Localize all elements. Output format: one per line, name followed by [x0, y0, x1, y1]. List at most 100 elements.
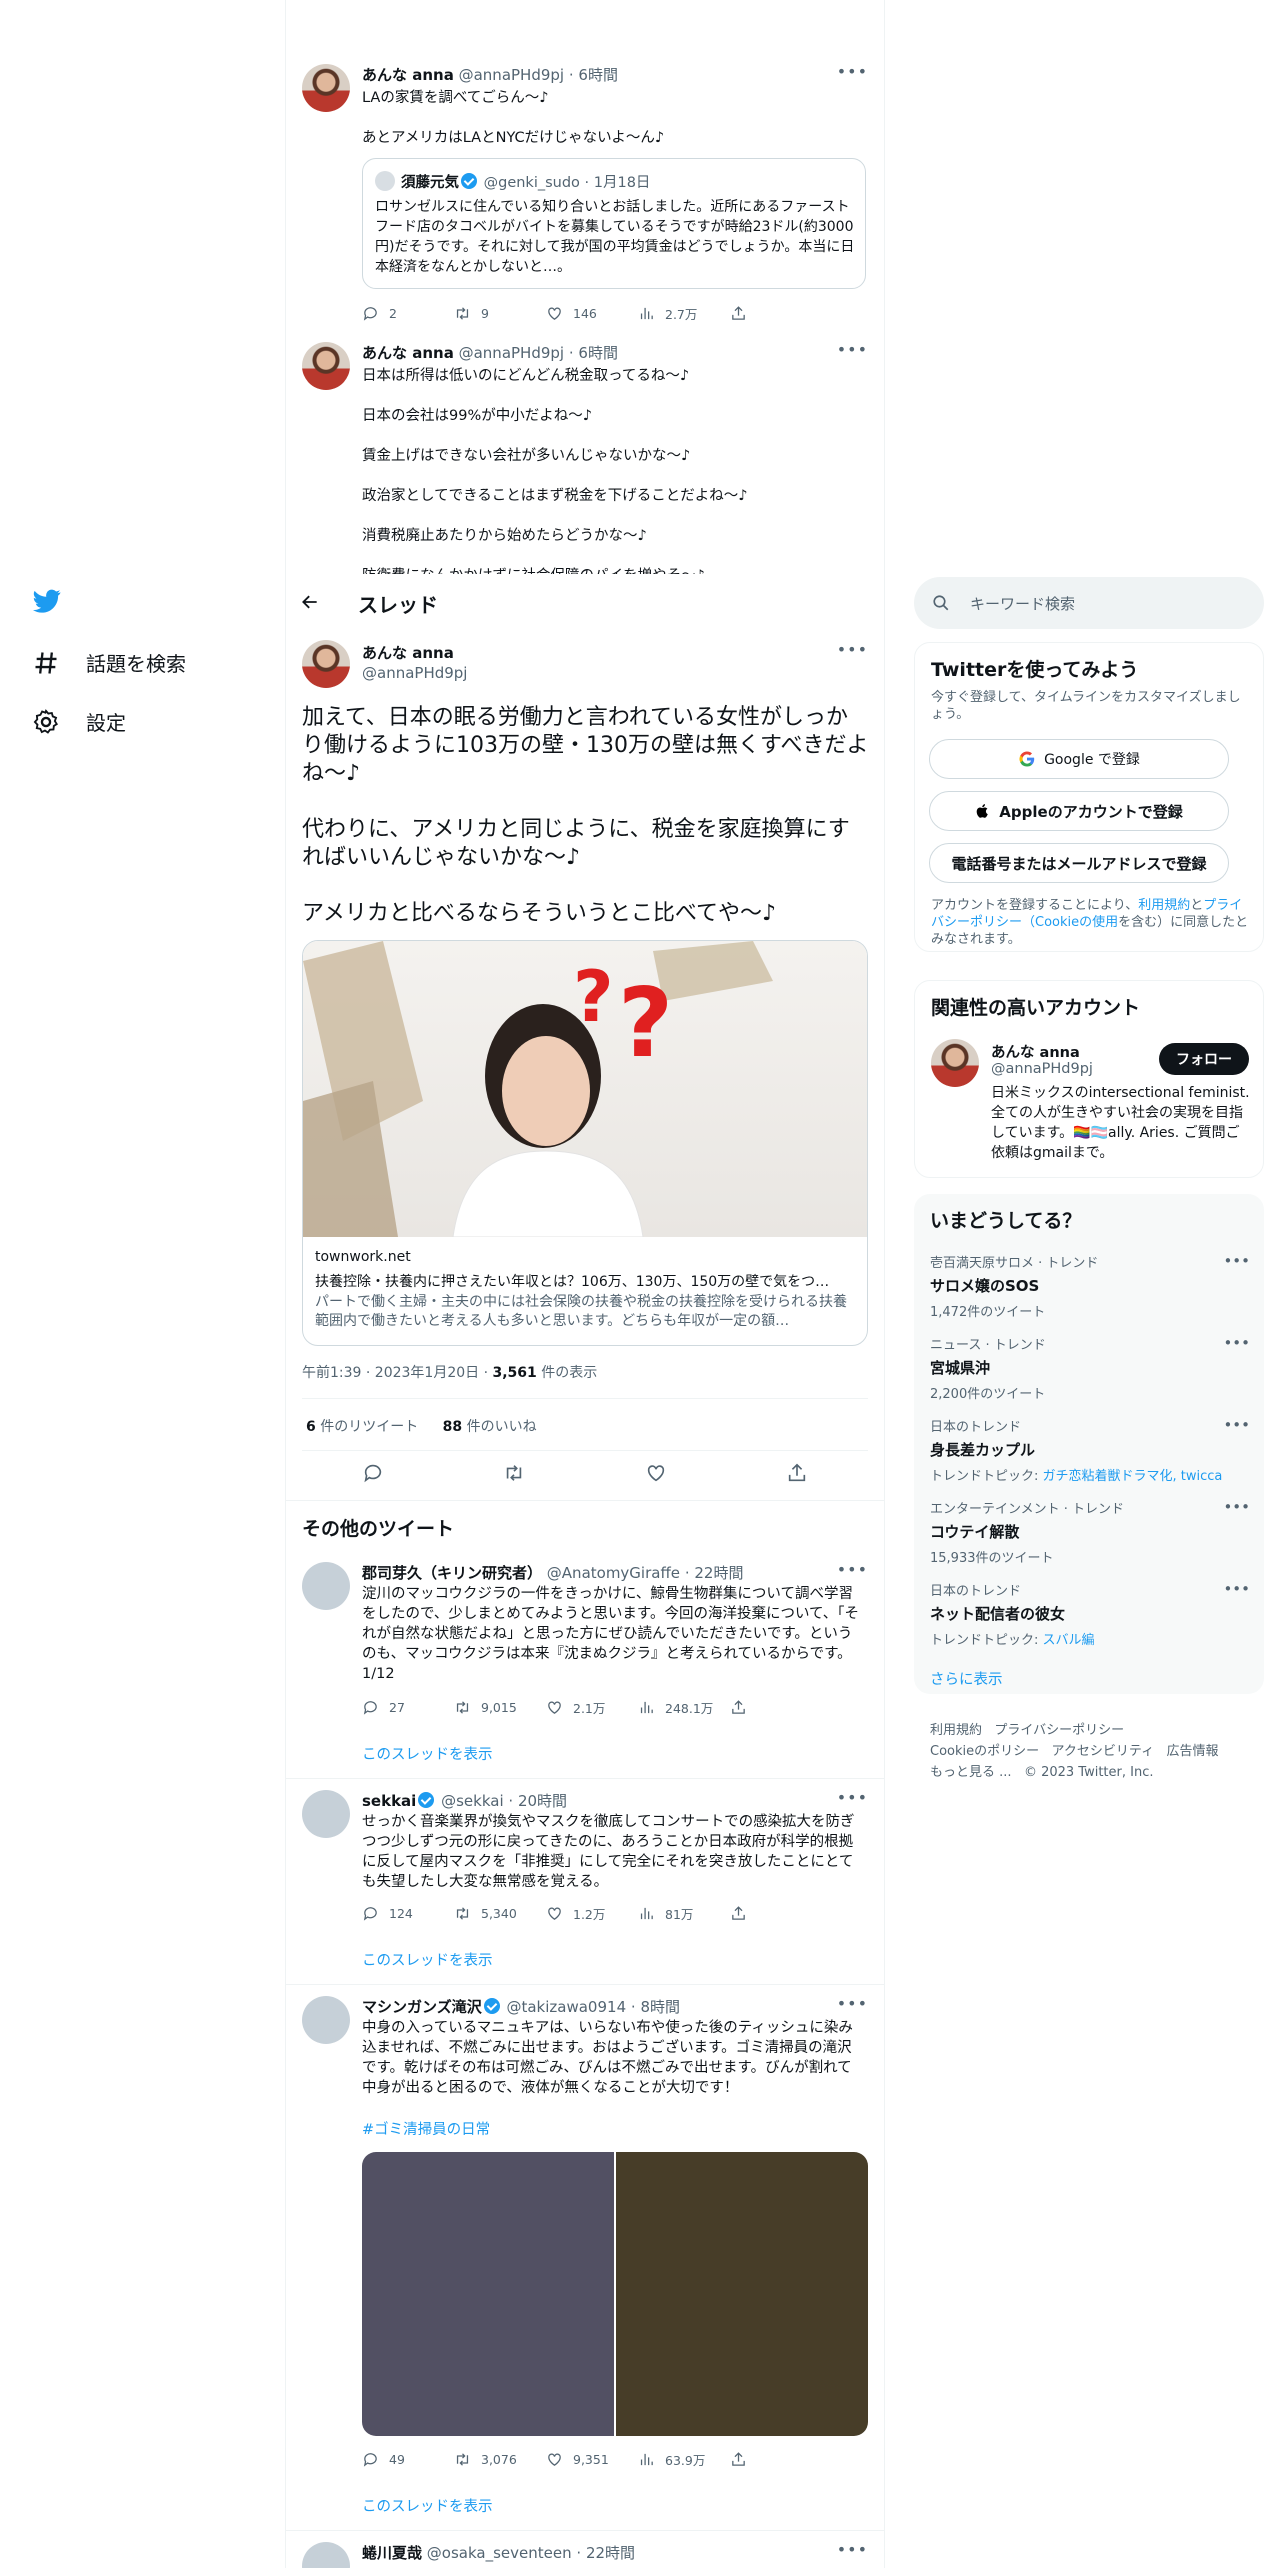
avatar[interactable]	[302, 1996, 350, 2044]
avatar[interactable]	[302, 1562, 350, 1610]
views-button[interactable]: 2.7万	[638, 304, 730, 323]
tweet-time[interactable]: 6時間	[578, 344, 618, 362]
reply-button[interactable]: 27	[362, 1698, 454, 1717]
recommended-tweet-3[interactable]: マシンガンズ滝沢 @takizawa0914 · 8時間 ••• 中身の入ってい…	[286, 1984, 884, 2530]
author-name[interactable]: あんな anna	[362, 344, 454, 362]
retweet-icon[interactable]	[503, 1462, 525, 1484]
author-handle[interactable]: @annaPHd9pj	[362, 664, 467, 682]
avatar[interactable]	[302, 2542, 350, 2568]
tweet-parent-2[interactable]: あんな anna @annaPHd9pj · 6時間 ••• 日本は所得は低いの…	[286, 328, 884, 574]
related-handle[interactable]: @annaPHd9pj	[991, 1061, 1093, 1077]
tweet-time[interactable]: 20時間	[518, 1792, 567, 1810]
like-button[interactable]: 1.2万	[546, 1904, 638, 1923]
more-icon[interactable]: •••	[1223, 1498, 1250, 1516]
reply-button[interactable]: 124	[362, 1904, 454, 1923]
author-handle[interactable]: @osaka_seventeen	[427, 2544, 572, 2562]
trend-topic-link[interactable]: ガチ恋粘着獣ドラマ化, twicca	[1043, 1469, 1223, 1484]
more-icon[interactable]: •••	[1223, 1252, 1250, 1270]
tweet-time[interactable]: 8時間	[640, 1998, 680, 2016]
author-handle[interactable]: @takizawa0914	[506, 1998, 626, 2016]
trend-item[interactable]: ニュース · トレンド 宮城県沖 2,200件のツイート •••	[930, 1334, 1250, 1402]
avatar[interactable]	[931, 1039, 979, 1087]
recommended-tweet-1[interactable]: 郡司芽久（キリン研究者） @AnatomyGiraffe · 22時間 ••• …	[286, 1550, 884, 1778]
reply-icon[interactable]	[362, 1462, 384, 1484]
recommended-tweet-2[interactable]: sekkai @sekkai · 20時間 ••• せっかく音楽業界が換気やマス…	[286, 1778, 884, 1984]
share-button[interactable]	[730, 1904, 822, 1923]
more-icon[interactable]: •••	[837, 1560, 868, 1579]
author-handle[interactable]: @annaPHd9pj	[459, 344, 564, 362]
google-signup-button[interactable]: Google で登録	[929, 739, 1229, 779]
footer-accessibility-link[interactable]: アクセシビリティ	[1052, 1744, 1155, 1759]
tweet-time[interactable]: 22時間	[694, 1564, 743, 1582]
avatar[interactable]	[302, 64, 350, 112]
share-icon[interactable]	[786, 1462, 808, 1484]
quote-tweet[interactable]: 須藤元気 @genki_sudo · 1月18日 ロサンゼルスに住んでいる知り合…	[362, 158, 866, 289]
trend-item[interactable]: 壱百満天原サロメ · トレンド サロメ嬢のSOS 1,472件のツイート •••	[930, 1252, 1250, 1320]
follow-button[interactable]: フォロー	[1159, 1043, 1249, 1075]
more-icon[interactable]: •••	[1223, 1334, 1250, 1352]
share-button[interactable]	[730, 304, 822, 323]
avatar[interactable]	[302, 1790, 350, 1838]
like-button[interactable]: 146	[546, 304, 638, 323]
media-image-left[interactable]	[362, 2152, 614, 2436]
hashtag-link[interactable]: #ゴミ清掃員の日常	[362, 2118, 490, 2139]
media-image-right[interactable]	[616, 2152, 868, 2436]
show-more-trends[interactable]: さらに表示	[930, 1668, 1003, 1689]
like-button[interactable]: 9,351	[546, 2450, 638, 2469]
tweet-time[interactable]: 6時間	[578, 66, 618, 84]
reply-button[interactable]: 49	[362, 2450, 454, 2469]
author-name[interactable]: あんな anna	[362, 66, 454, 84]
heart-icon[interactable]	[645, 1462, 667, 1484]
like-button[interactable]: 2.1万	[546, 1698, 638, 1717]
more-icon[interactable]: •••	[1223, 1580, 1250, 1598]
footer-ads-link[interactable]: 広告情報	[1167, 1744, 1219, 1759]
more-icon[interactable]: •••	[837, 640, 868, 659]
back-arrow-icon[interactable]	[300, 592, 320, 612]
timestamp-text[interactable]: 午前1:39 · 2023年1月20日 ·	[302, 1365, 493, 1381]
author-name[interactable]: sekkai	[362, 1792, 416, 1810]
share-button[interactable]	[730, 2450, 822, 2469]
views-button[interactable]: 63.9万	[638, 2450, 730, 2469]
views-button[interactable]: 248.1万	[638, 1698, 730, 1717]
trend-item[interactable]: 日本のトレンド 身長差カップル トレンドトピック: ガチ恋粘着獣ドラマ化, twic…	[930, 1416, 1250, 1484]
terms-link[interactable]: 利用規約	[1138, 898, 1190, 913]
author-name[interactable]: あんな anna	[362, 642, 454, 663]
author-handle[interactable]: @AnatomyGiraffe	[547, 1564, 680, 1582]
show-thread-link[interactable]: このスレッドを表示	[362, 1743, 493, 1764]
more-icon[interactable]: •••	[1223, 1416, 1250, 1434]
trend-topic-link[interactable]: スバル編	[1043, 1633, 1095, 1648]
retweet-button[interactable]: 5,340	[454, 1904, 546, 1923]
nav-explore[interactable]: 話題を検索	[32, 648, 186, 677]
tweet-parent-1[interactable]: あんな anna @annaPHd9pj · 6時間 ••• LAの家賃を調べて…	[286, 50, 884, 328]
author-handle[interactable]: @annaPHd9pj	[459, 66, 564, 84]
apple-signup-button[interactable]: Appleのアカウントで登録	[929, 791, 1229, 831]
retweet-button[interactable]: 3,076	[454, 2450, 546, 2469]
recommended-tweet-4[interactable]: 蜷川夏哉 @osaka_seventeen · 22時間 •••	[286, 2530, 884, 2568]
likes-stat[interactable]: 88 件のいいね	[443, 1419, 537, 1435]
share-button[interactable]	[730, 1698, 822, 1717]
avatar[interactable]	[302, 342, 350, 390]
related-name[interactable]: あんな anna	[991, 1041, 1080, 1062]
tweet-time[interactable]: 22時間	[586, 2544, 635, 2562]
footer-terms-link[interactable]: 利用規約	[930, 1723, 982, 1738]
show-thread-link[interactable]: このスレッドを表示	[362, 1949, 493, 1970]
more-icon[interactable]: •••	[837, 2540, 868, 2559]
phone-signup-button[interactable]: 電話番号またはメールアドレスで登録	[929, 843, 1229, 883]
footer-privacy-link[interactable]: プライバシーポリシー	[994, 1723, 1124, 1738]
views-button[interactable]: 81万	[638, 1904, 730, 1923]
twitter-logo-icon[interactable]	[32, 587, 62, 619]
show-thread-link[interactable]: このスレッドを表示	[362, 2495, 493, 2516]
more-icon[interactable]: •••	[837, 62, 868, 81]
footer-cookie-link[interactable]: Cookieのポリシー	[930, 1744, 1039, 1759]
reply-button[interactable]: 2	[362, 304, 454, 323]
author-name[interactable]: マシンガンズ滝沢	[362, 1998, 482, 2016]
author-name[interactable]: 蜷川夏哉	[362, 2544, 422, 2562]
search-bar[interactable]: キーワード検索	[914, 577, 1264, 629]
author-name[interactable]: 郡司芽久（キリン研究者）	[362, 1564, 542, 1582]
search-input[interactable]: キーワード検索	[970, 593, 1075, 614]
trend-item[interactable]: 日本のトレンド ネット配信者の彼女 トレンドトピック: スバル編 •••	[930, 1580, 1250, 1648]
retweet-button[interactable]: 9,015	[454, 1698, 546, 1717]
media-grid[interactable]	[362, 2152, 868, 2436]
more-icon[interactable]: •••	[837, 340, 868, 359]
trend-item[interactable]: エンターテインメント · トレンド コウテイ解散 15,933件のツイート •••	[930, 1498, 1250, 1566]
